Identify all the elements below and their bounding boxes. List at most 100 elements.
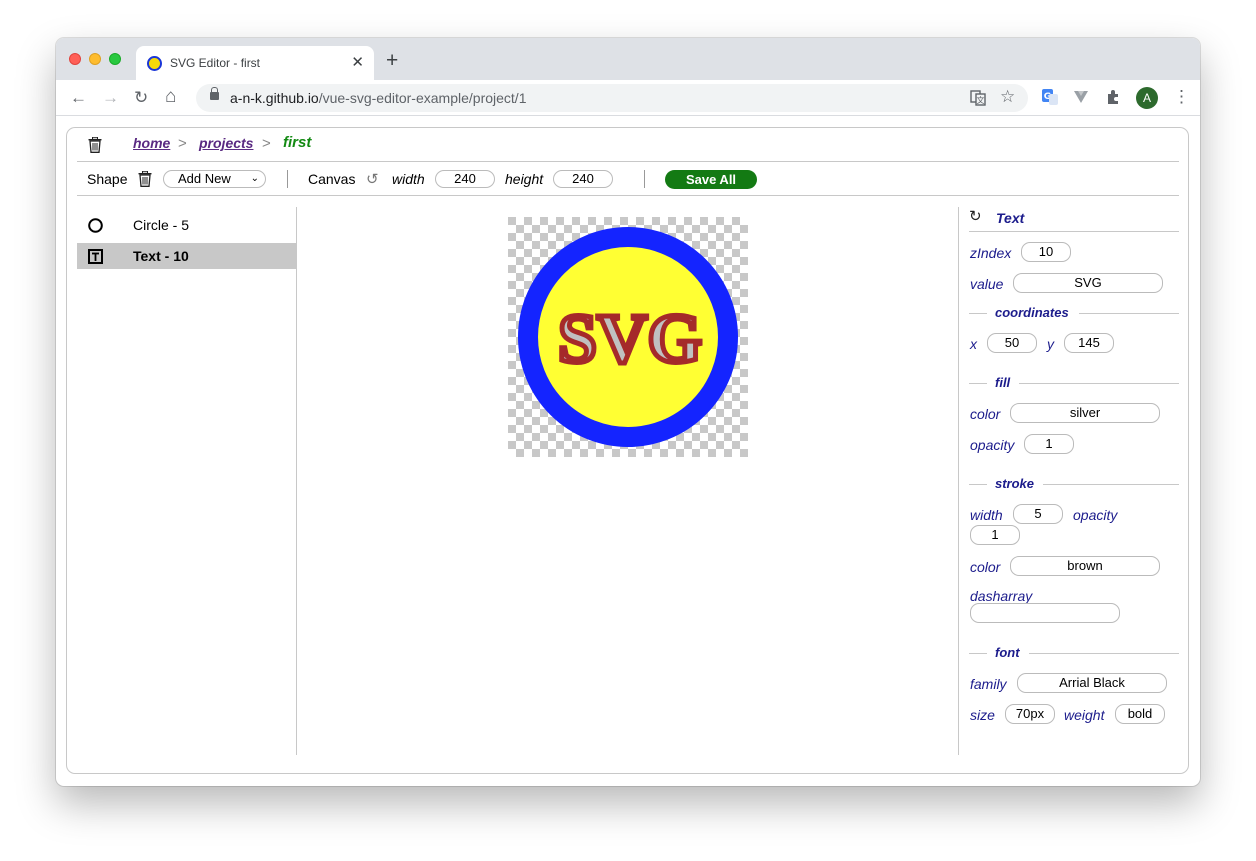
zindex-label: zIndex <box>970 245 1012 261</box>
stroke-width-input[interactable]: 5 <box>1013 504 1063 524</box>
svg-text:文: 文 <box>977 95 985 105</box>
url-path: /vue-svg-editor-example/project/1 <box>318 90 527 106</box>
minimize-window-button[interactable] <box>89 53 101 65</box>
profile-avatar[interactable]: A <box>1136 87 1158 109</box>
breadcrumb-separator: > <box>262 135 271 152</box>
reload-icon[interactable]: ↻ <box>134 88 148 108</box>
delete-project-icon[interactable] <box>88 137 102 153</box>
breadcrumb-separator: > <box>178 135 187 152</box>
favicon-icon <box>147 56 162 71</box>
font-family-input[interactable]: Arrial Black <box>1017 673 1167 693</box>
svg-canvas[interactable]: SVG <box>508 217 748 457</box>
y-label: y <box>1047 336 1054 352</box>
divider <box>1019 383 1179 384</box>
y-input[interactable]: 145 <box>1064 333 1114 353</box>
breadcrumb-home-link[interactable]: home <box>133 135 170 151</box>
canvas-height-input[interactable]: 240 <box>553 170 613 188</box>
breadcrumb-projects-link[interactable]: projects <box>199 135 253 151</box>
stroke-section-title: stroke <box>995 476 1035 491</box>
zoom-window-button[interactable] <box>109 53 121 65</box>
dasharray-label: dasharray <box>970 588 1033 604</box>
properties-title: Text <box>996 210 1025 226</box>
add-new-shape-select[interactable]: Add New ⌄ <box>163 170 266 188</box>
shape-list: Circle - 5 Text - 10 <box>77 207 297 755</box>
browser-tab[interactable]: SVG Editor - first ✕ <box>136 46 374 80</box>
delete-shape-icon[interactable] <box>138 171 152 187</box>
home-icon[interactable]: ⌂ <box>165 86 176 108</box>
fill-opacity-label: opacity <box>970 437 1015 453</box>
fill-section-title: fill <box>995 375 1011 390</box>
save-all-button[interactable]: Save All <box>665 170 757 189</box>
close-window-button[interactable] <box>69 53 81 65</box>
toolbar-separator <box>644 170 645 188</box>
x-input[interactable]: 50 <box>987 333 1037 353</box>
divider <box>77 195 1179 196</box>
shape-list-item-text[interactable]: Text - 10 <box>77 243 297 269</box>
value-label: value <box>970 276 1004 292</box>
fill-opacity-input[interactable]: 1 <box>1024 434 1074 454</box>
translate-icon[interactable]: 文 <box>970 90 986 106</box>
reset-shape-icon[interactable]: ↻ <box>969 207 982 225</box>
shape-list-item-circle[interactable]: Circle - 5 <box>77 212 297 238</box>
address-bar[interactable]: a-n-k.github.io/vue-svg-editor-example/p… <box>196 84 1028 112</box>
canvas-height-label: height <box>505 171 544 187</box>
circle-shape-icon <box>88 218 103 233</box>
zindex-input[interactable]: 10 <box>1021 242 1071 262</box>
browser-window: SVG Editor - first ✕ + ← → ↻ ⌂ a-n-k.git… <box>56 38 1200 786</box>
divider <box>969 484 987 485</box>
font-size-label: size <box>970 707 995 723</box>
forward-arrow-icon[interactable]: → <box>102 88 119 108</box>
font-size-input[interactable]: 70px <box>1005 704 1055 724</box>
breadcrumb-current: first <box>283 134 312 151</box>
divider <box>1079 313 1179 314</box>
browser-menu-icon[interactable]: ⋮ <box>1173 87 1190 107</box>
stroke-opacity-input[interactable]: 1 <box>970 525 1020 545</box>
reset-canvas-icon[interactable]: ↺ <box>366 170 379 188</box>
url-host: a-n-k.github.io <box>230 90 319 106</box>
lock-icon <box>210 87 219 100</box>
url-text: a-n-k.github.io/vue-svg-editor-example/p… <box>230 90 526 106</box>
stroke-opacity-label: opacity <box>1073 507 1118 523</box>
text-shape-icon <box>88 249 103 264</box>
fill-color-input[interactable]: silver <box>1010 403 1160 423</box>
tab-strip: SVG Editor - first ✕ + <box>56 38 1200 80</box>
divider <box>1029 653 1179 654</box>
value-input[interactable]: SVG <box>1013 273 1163 293</box>
canvas-width-label: width <box>392 171 425 187</box>
font-weight-input[interactable]: bold <box>1115 704 1165 724</box>
vue-devtools-icon[interactable] <box>1073 90 1089 104</box>
shape-list-item-label: Text - 10 <box>133 248 189 264</box>
browser-toolbar: ← → ↻ ⌂ a-n-k.github.io/vue-svg-editor-e… <box>56 80 1200 116</box>
stroke-color-label: color <box>970 559 1001 575</box>
tab-close-icon[interactable]: ✕ <box>351 53 364 71</box>
back-arrow-icon[interactable]: ← <box>70 88 87 108</box>
new-tab-button[interactable]: + <box>386 49 398 73</box>
canvas-width-input[interactable]: 240 <box>435 170 495 188</box>
divider <box>969 653 987 654</box>
divider <box>1043 484 1179 485</box>
divider <box>969 313 987 314</box>
toolbar-separator <box>287 170 288 188</box>
dasharray-input[interactable] <box>970 603 1120 623</box>
chevron-down-icon: ⌄ <box>250 173 259 184</box>
google-translate-icon[interactable]: G <box>1041 88 1059 106</box>
shape-label: Shape <box>87 171 128 187</box>
x-label: x <box>970 336 977 352</box>
divider <box>77 161 1179 162</box>
properties-panel: ↻ Text zIndex 10 value SVG coordinates x… <box>958 207 1179 755</box>
stroke-width-label: width <box>970 507 1003 523</box>
canvas-label: Canvas <box>308 171 356 187</box>
shape-toolbar: Shape Add New ⌄ Canvas ↺ width 240 heigh… <box>67 163 1188 196</box>
tab-title: SVG Editor - first <box>170 56 261 70</box>
extensions-puzzle-icon[interactable] <box>1105 89 1121 105</box>
canvas-text-shape[interactable]: SVG <box>556 299 705 381</box>
fill-color-label: color <box>970 406 1001 422</box>
font-family-label: family <box>970 676 1007 692</box>
add-new-label: Add New <box>178 171 231 186</box>
font-weight-label: weight <box>1064 707 1105 723</box>
stroke-color-input[interactable]: brown <box>1010 556 1160 576</box>
canvas-drawing: SVG <box>508 217 748 457</box>
shape-list-item-label: Circle - 5 <box>133 217 190 233</box>
divider <box>969 231 1179 232</box>
bookmark-star-icon[interactable]: ☆ <box>1000 87 1015 107</box>
